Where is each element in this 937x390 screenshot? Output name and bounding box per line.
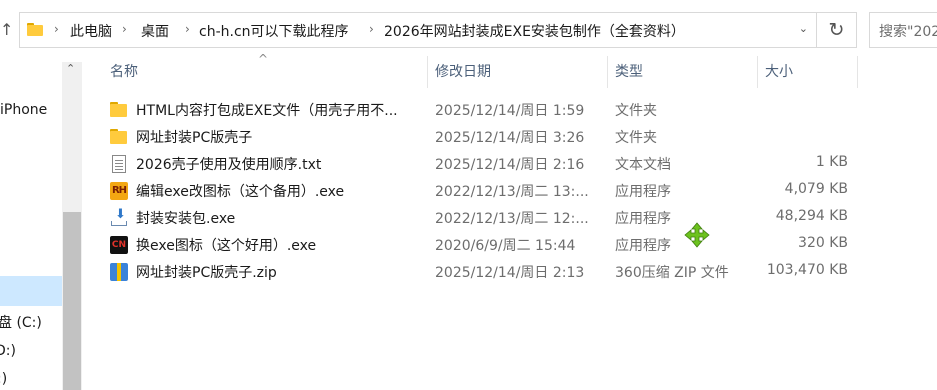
file-date: 2022/12/13/周二 12:... (435, 211, 589, 227)
column-divider[interactable] (857, 56, 858, 88)
address-toolbar: ↑ › 此电脑 › 桌面 › ch-h.cn可以下载此程序 › 2026年网站封… (0, 0, 937, 62)
folder-icon (110, 128, 128, 146)
chevron-right-icon[interactable]: › (185, 22, 190, 36)
zip-archive-icon (110, 263, 128, 281)
file-row[interactable]: 网址封装PC版壳子 2025/12/14/周日 3:26 文件夹 (100, 123, 860, 150)
chevron-right-icon[interactable]: › (54, 22, 59, 36)
file-row[interactable]: CN 换exe图标（这个好用）.exe 2020/6/9/周二 15:44 应用… (100, 231, 860, 258)
file-type: 文本文档 (615, 157, 671, 173)
nav-item-disk-e[interactable]: :) (0, 371, 7, 387)
file-name: 封装安装包.exe (136, 211, 236, 227)
column-header-size[interactable]: 大小 (765, 62, 793, 86)
cn-app-icon: CN (110, 236, 128, 254)
column-header-date[interactable]: 修改日期 (435, 62, 491, 86)
chevron-right-icon[interactable]: › (122, 22, 127, 36)
chevron-right-icon[interactable]: › (369, 22, 374, 36)
file-date: 2025/12/14/周日 2:13 (435, 265, 585, 281)
file-date: 2025/12/14/周日 1:59 (435, 103, 585, 119)
file-date: 2025/12/14/周日 3:26 (435, 130, 585, 146)
file-type: 文件夹 (615, 130, 657, 146)
folder-icon (110, 101, 128, 119)
file-name: 网址封装PC版壳子.zip (136, 265, 277, 281)
move-cursor-icon (684, 222, 710, 248)
search-input[interactable]: 搜索"2026 (869, 12, 937, 48)
refresh-button[interactable]: ↻ (817, 12, 857, 48)
file-date: 2022/12/13/周二 13:... (435, 184, 589, 200)
navigation-pane: iPhone 盘 (C:) D:) :) ⌃ (0, 62, 84, 390)
breadcrumb-download-folder[interactable]: ch-h.cn可以下载此程序 (199, 21, 349, 41)
file-type: 应用程序 (615, 211, 671, 227)
column-header-name[interactable]: 名称 (110, 62, 138, 86)
file-size: 4,079 KB (784, 181, 848, 197)
nav-item-disk-c[interactable]: 盘 (C:) (0, 312, 42, 332)
column-header-type[interactable]: 类型 (615, 62, 643, 86)
breadcrumb-desktop[interactable]: 桌面 (141, 21, 169, 41)
nav-item-selected[interactable] (0, 276, 62, 306)
chevron-down-icon[interactable]: ⌄ (799, 22, 808, 35)
folder-icon (27, 23, 43, 36)
nav-scrollbar[interactable]: ⌃ (62, 62, 82, 390)
up-arrow-icon[interactable]: ↑ (0, 14, 16, 46)
file-type: 应用程序 (615, 184, 671, 200)
file-size: 48,294 KB (775, 208, 848, 224)
file-name: 编辑exe改图标（这个备用）.exe (136, 184, 345, 200)
file-date: 2025/12/14/周日 2:16 (435, 157, 585, 173)
nav-item-disk-d[interactable]: D:) (0, 343, 16, 359)
resource-hacker-icon: RH (110, 182, 128, 200)
scrollbar-thumb[interactable] (63, 212, 81, 390)
breadcrumb-current-folder[interactable]: 2026年网站封装成EXE安装包制作（全套资料） (384, 21, 685, 41)
search-placeholder: 搜索"2026 (879, 24, 937, 40)
file-size: 103,470 KB (766, 262, 848, 278)
file-row[interactable]: HTML内容打包成EXE文件（用壳子用不... 2025/12/14/周日 1:… (100, 96, 860, 123)
column-divider[interactable] (427, 56, 428, 88)
file-name: HTML内容打包成EXE文件（用壳子用不... (136, 103, 398, 119)
file-name: 网址封装PC版壳子 (136, 130, 253, 146)
file-type: 360压缩 ZIP 文件 (615, 265, 729, 281)
file-row[interactable]: RH 编辑exe改图标（这个备用）.exe 2022/12/13/周二 13:.… (100, 177, 860, 204)
scroll-up-icon[interactable]: ⌃ (66, 62, 75, 75)
column-divider[interactable] (607, 56, 608, 88)
breadcrumb-this-pc[interactable]: 此电脑 (70, 21, 112, 41)
file-row[interactable]: 网址封装PC版壳子.zip 2025/12/14/周日 2:13 360压缩 Z… (100, 258, 860, 285)
column-divider[interactable] (757, 56, 758, 88)
refresh-icon: ↻ (828, 19, 845, 41)
file-name: 2026壳子使用及使用顺序.txt (136, 157, 322, 173)
file-size: 320 KB (798, 235, 848, 251)
installer-icon: ⬇ (110, 207, 128, 227)
file-row[interactable]: ⬇ 封装安装包.exe 2022/12/13/周二 12:... 应用程序 48… (100, 204, 860, 231)
sort-ascending-icon: ^ (258, 52, 269, 66)
address-bar[interactable]: › 此电脑 › 桌面 › ch-h.cn可以下载此程序 › 2026年网站封装成… (19, 12, 817, 48)
file-type: 文件夹 (615, 103, 657, 119)
file-row[interactable]: 2026壳子使用及使用顺序.txt 2025/12/14/周日 2:16 文本文… (100, 150, 860, 177)
file-name: 换exe图标（这个好用）.exe (136, 238, 317, 254)
file-date: 2020/6/9/周二 15:44 (435, 238, 576, 254)
nav-item-iphone[interactable]: iPhone (0, 102, 47, 118)
file-size: 1 KB (815, 154, 848, 170)
file-type: 应用程序 (615, 238, 671, 254)
text-file-icon (112, 155, 126, 173)
